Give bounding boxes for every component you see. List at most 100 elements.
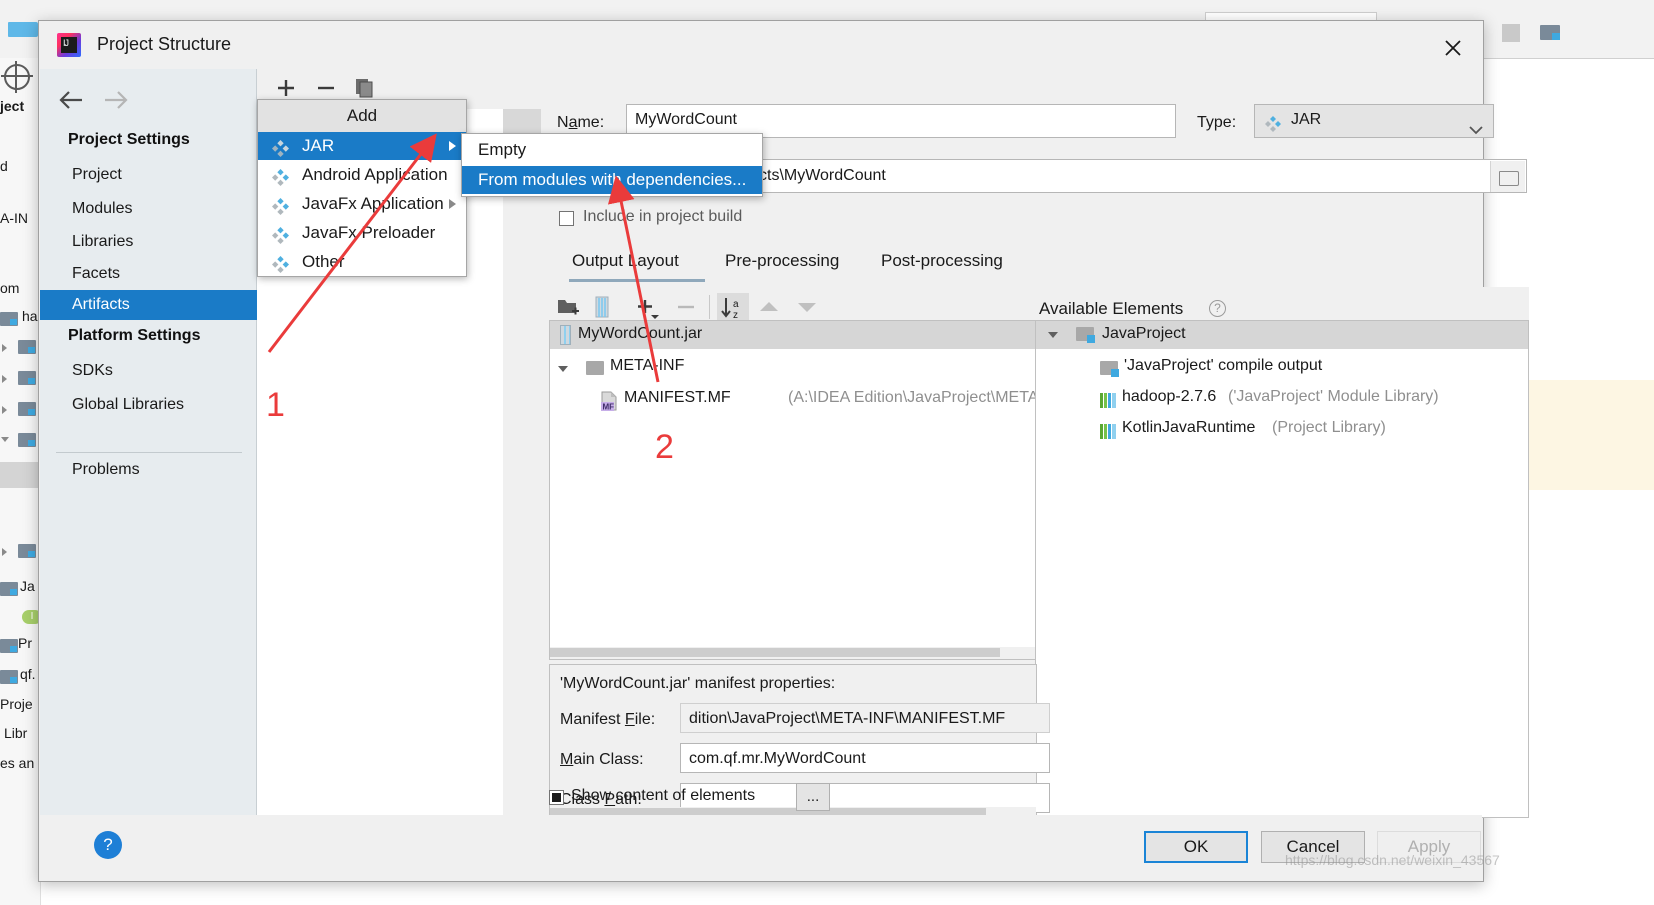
menu-item-label: Other [302,252,345,271]
move-up-icon[interactable] [757,299,781,320]
menu-item-other[interactable]: Other [258,248,466,276]
chevron-right-icon [449,199,456,209]
close-icon[interactable] [1435,33,1471,63]
node-label: KotlinJavaRuntime [1122,419,1256,436]
tree-expander-icon[interactable] [2,344,7,352]
add-menu-title: Add [258,100,466,132]
node-label: MANIFEST.MF [624,389,731,406]
menu-item-jar[interactable]: JAR [258,132,466,160]
dialog-title: Project Structure [97,34,232,54]
chevron-right-icon [449,141,456,151]
folder-icon [0,639,18,653]
sidebar-item-artifacts[interactable]: Artifacts [40,290,257,320]
ok-button[interactable]: OK [1144,831,1248,863]
toolbar-divider [709,295,710,319]
sidebar-group-platform-settings: Platform Settings [68,327,201,344]
module-icon [1076,327,1095,343]
artifacts-detail-gutter [503,109,542,815]
bg-tree-item: d [0,158,8,174]
tab-pre-processing[interactable]: Pre-processing [725,251,839,271]
artifact-diamond-icon [272,138,289,157]
ide-toolbar-icon[interactable] [1502,24,1520,42]
move-down-icon[interactable] [795,299,819,320]
node-label: 'JavaProject' compile output [1124,357,1323,374]
folder-icon [0,670,18,684]
artifact-type-select[interactable]: JAR [1254,104,1494,138]
menu-item-javafx-application[interactable]: JavaFx Application [258,190,466,218]
menu-item-label: Android Application [302,165,448,184]
target-icon [1,61,33,93]
bg-tree-item: Pr [18,635,32,651]
show-content-options-button[interactable]: ... [796,783,830,811]
sidebar-item-problems[interactable]: Problems [56,455,256,485]
settings-sidebar: Project Settings Platform Settings Proje… [40,69,257,815]
sidebar-item-sdks[interactable]: SDKs [56,356,256,386]
selected-tree-row [0,462,38,488]
tree-expander-icon[interactable] [2,548,7,556]
library-icon [1100,393,1116,408]
folder-icon [586,361,604,375]
bg-tree-item: A-IN [0,210,28,226]
project-structure-dialog: Project Structure Project Settings Platf… [38,20,1529,882]
output-tree-hscrollbar[interactable] [550,647,1036,659]
menu-item-label: JavaFx Application [302,194,444,213]
tab-post-processing[interactable]: Post-processing [881,251,1003,271]
help-button[interactable]: ? [94,831,122,859]
menu-item-from-modules-with-dependencies[interactable]: From modules with dependencies... [462,166,762,194]
sidebar-item-facets[interactable]: Facets [56,259,256,289]
available-elements-tree[interactable]: JavaProject 'JavaProject' compile output… [1035,320,1529,818]
ide-toolbar-folder-icon[interactable] [1540,24,1560,42]
output-tree-root-row[interactable]: MyWordCount.jar [550,321,1036,349]
chevron-down-icon[interactable] [558,366,568,372]
menu-item-javafx-preloader[interactable]: JavaFx Preloader [258,219,466,247]
output-layout-tree[interactable]: MyWordCount.jar META-INF MF MANIFEST.MF … [549,320,1044,660]
node-label: META-INF [610,357,685,374]
annotation-number-2: 2 [655,428,674,466]
main-class-input[interactable]: com.qf.mr.MyWordCount [680,743,1050,773]
add-artifact-menu[interactable]: Add JAR Android Application JavaFx Appli… [257,99,467,277]
folder-icon [18,371,36,385]
library-icon [1100,424,1116,439]
jar-submenu[interactable]: Empty From modules with dependencies... [461,133,763,197]
bg-tree-item: es an [0,755,35,771]
manifest-properties-title: 'MyWordCount.jar' manifest properties: [560,675,836,692]
arrow-left-icon[interactable] [58,89,88,116]
artifact-diamond-icon [1265,113,1281,132]
tree-expander-icon[interactable] [2,406,7,414]
sidebar-item-libraries[interactable]: Libraries [56,227,256,257]
add-archive-icon[interactable] [595,296,609,323]
bg-tree-item: qf. [20,666,36,682]
sidebar-item-project[interactable]: Project [56,160,256,190]
folder-icon [18,544,36,558]
annotation-number-1: 1 [266,386,285,424]
type-label: Type: [1197,114,1237,131]
manifest-file-input[interactable]: dition\JavaProject\META-INF\MANIFEST.MF [680,703,1050,733]
menu-item-empty[interactable]: Empty [462,136,762,164]
intellij-idea-logo-icon [57,33,81,57]
tab-active-underline [569,279,705,282]
manifest-file-label: Manifest File: [560,711,656,728]
folder-icon [0,312,18,326]
tab-output-layout[interactable]: Output Layout [572,251,679,271]
available-tree-root-row[interactable]: JavaProject [1036,321,1528,349]
node-detail: (Project Library) [1272,419,1386,436]
add-directory-icon[interactable] [557,297,581,322]
help-question-icon[interactable]: ? [1209,300,1226,317]
include-in-build-checkbox[interactable] [559,211,574,226]
folder-icon[interactable] [1490,161,1525,192]
chevron-down-icon[interactable] [1048,332,1058,338]
folder-icon [18,433,36,447]
sidebar-item-modules[interactable]: Modules [56,194,256,224]
sidebar-divider [56,452,242,453]
arrow-right-icon[interactable] [100,89,130,116]
remove-icon[interactable] [675,297,697,322]
artifact-type-value: JAR [1291,111,1322,128]
tree-expander-icon[interactable] [1,437,9,446]
sidebar-item-global-libraries[interactable]: Global Libraries [56,390,256,420]
bg-tree-item: Libr [4,725,28,741]
menu-item-android-application[interactable]: Android Application [258,161,466,189]
tree-expander-icon[interactable] [2,375,7,383]
artifact-diamond-icon [272,167,289,186]
jar-icon [560,325,571,345]
show-content-checkbox[interactable] [549,790,564,805]
